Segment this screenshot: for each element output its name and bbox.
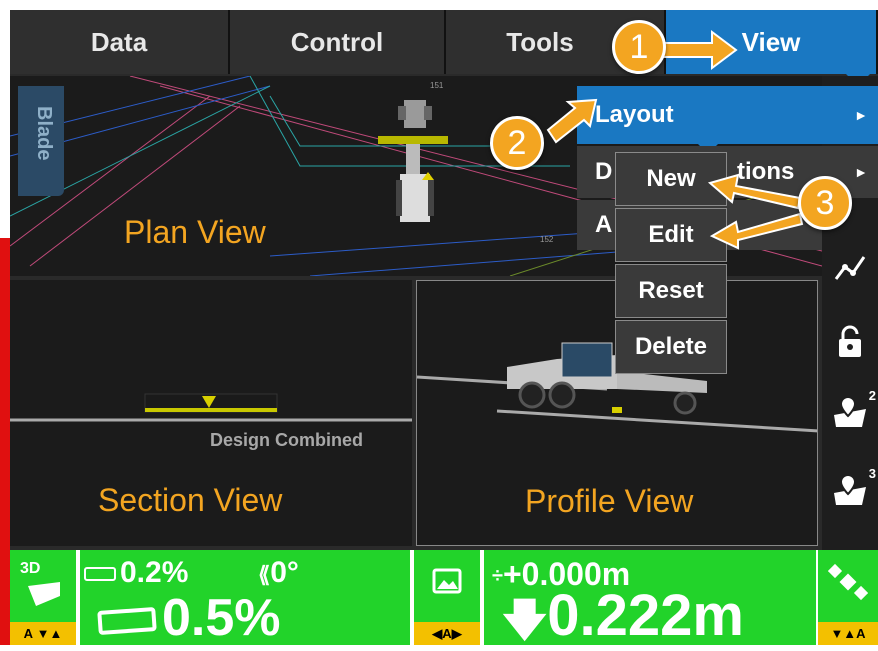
blade-tab-label: Blade — [33, 106, 55, 161]
rotation-icon: ⟪ — [258, 562, 271, 587]
menu-item-display-suffix: tions — [737, 158, 795, 185]
slope-bar-icon — [97, 607, 157, 636]
chevron-right-icon: ► — [854, 107, 868, 123]
mode-3d-button[interactable]: 3D — [10, 550, 76, 618]
rotation-value: 0° — [270, 556, 299, 589]
ab-indicator-right[interactable]: ▼▲ A — [818, 622, 878, 645]
divider — [76, 550, 80, 645]
map-pin-icon[interactable]: 3 — [822, 462, 878, 518]
blade-side-tab[interactable]: Blade — [18, 86, 64, 196]
callout-1: 1 — [612, 20, 666, 74]
section-view-label: Section View — [98, 482, 283, 518]
cross-slope-large: 0.5% — [97, 589, 281, 647]
rotation-readout: ⟪0° — [258, 556, 299, 590]
blade-3d-icon — [28, 582, 60, 606]
ab-center-label: A — [442, 626, 452, 641]
menu-item-layout-label: Layout — [595, 101, 674, 128]
map-number-152: 152 — [540, 235, 554, 244]
map-pin-superscript: 3 — [868, 466, 876, 481]
submenu-edit[interactable]: Edit — [615, 208, 727, 262]
cross-slope-small-value: 0.2% — [120, 556, 189, 589]
map-pin-superscript: 2 — [868, 388, 876, 403]
menu-item-layout[interactable]: Layout ► — [577, 86, 878, 144]
left-edge-indicator — [0, 238, 10, 645]
design-combined-label: Design Combined — [210, 430, 364, 450]
ab-left-label: A — [23, 626, 34, 641]
graph-icon[interactable] — [822, 240, 878, 296]
chevron-right-icon: ► — [854, 164, 868, 180]
down-arrow-icon: 🡇 — [502, 596, 548, 645]
plus-minus-icon: ÷ — [492, 565, 503, 588]
plan-view-label: Plan View — [124, 214, 266, 250]
image-view-button[interactable] — [414, 550, 480, 618]
tab-data[interactable]: Data — [10, 10, 230, 74]
submenu-delete[interactable]: Delete — [615, 320, 727, 374]
cross-slope-small: 0.2% — [84, 556, 188, 590]
mode-3d-label: 3D — [20, 560, 41, 577]
cut-fill-readout: 🡇0.222m — [502, 586, 744, 651]
tab-view[interactable]: View — [666, 10, 878, 74]
satellite-icon — [828, 563, 868, 601]
tab-control[interactable]: Control — [230, 10, 446, 74]
callout-3: 3 — [798, 176, 852, 230]
profile-view-label: Profile View — [525, 483, 694, 519]
cut-fill-value: 0.222m — [547, 583, 744, 648]
image-icon — [432, 568, 462, 594]
cross-slope-large-value: 0.5% — [162, 589, 281, 647]
ab-indicator-left[interactable]: A ▼▲ — [10, 622, 76, 645]
submenu-new[interactable]: New — [615, 152, 727, 206]
slope-bar-icon — [84, 567, 116, 582]
menu-item-display-label: D — [595, 158, 613, 185]
divider — [480, 550, 484, 645]
map-pin-icon[interactable]: 2 — [822, 384, 878, 440]
submenu-reset[interactable]: Reset — [615, 264, 727, 318]
section-view-panel[interactable]: Design Combined Section View — [10, 280, 412, 546]
ab-right-label: A — [856, 626, 866, 641]
gnss-button[interactable] — [818, 550, 878, 618]
menu-item-third-label: A — [595, 211, 613, 238]
ab-indicator-center[interactable]: ◀ A ▶ — [414, 622, 480, 645]
lock-icon[interactable] — [822, 314, 878, 370]
map-number-151: 151 — [430, 81, 444, 90]
callout-2: 2 — [490, 116, 544, 170]
